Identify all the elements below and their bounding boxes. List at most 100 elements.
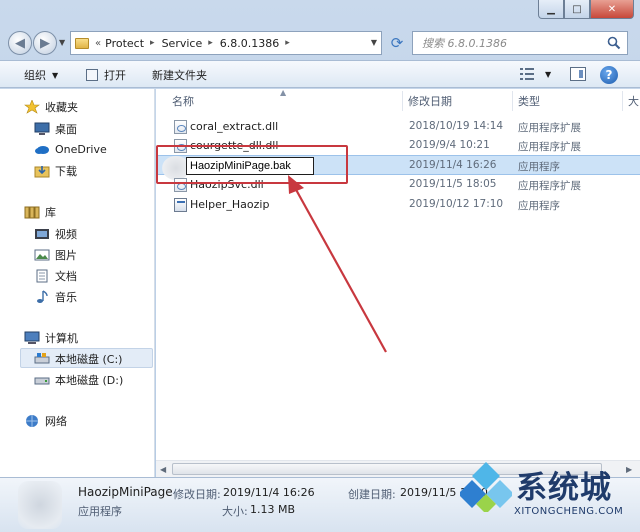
nav-item-music[interactable]: 音乐: [34, 289, 77, 305]
chevron-right-icon[interactable]: ▸: [208, 38, 213, 48]
command-bar: 组织 ▼ 打开 新建文件夹 ▼ ?: [0, 60, 640, 88]
chevron-down-icon: ▼: [52, 70, 59, 80]
nav-item-network[interactable]: 网络: [24, 413, 67, 429]
file-row[interactable]: coral_extract.dll 2018/10/19 14:14 应用程序扩…: [156, 117, 640, 137]
details-size-value: 1.13 MB: [250, 503, 296, 516]
organize-button[interactable]: 组织 ▼: [24, 67, 58, 83]
nav-item-desktop[interactable]: 桌面: [34, 121, 77, 137]
window-controls: ▁ □ ✕: [538, 0, 634, 20]
help-icon[interactable]: ?: [600, 66, 618, 84]
nav-label: 计算机: [45, 332, 78, 345]
navigation-pane: 收藏夹 桌面 OneDrive 下载 库 视频 图片 文档 音乐 计算机 本地磁…: [0, 89, 155, 477]
details-created-label: 创建日期:: [348, 488, 396, 501]
open-label: 打开: [104, 69, 126, 82]
file-type: 应用程序扩展: [518, 122, 581, 134]
picture-icon: [34, 249, 50, 261]
desktop-icon: [34, 122, 50, 135]
nav-label: 本地磁盘 (D:): [55, 374, 124, 387]
search-icon[interactable]: [607, 36, 621, 50]
forward-button[interactable]: ▶: [33, 31, 57, 55]
file-modified: 2018/10/19 14:14: [409, 120, 504, 132]
file-row[interactable]: Helper_Haozip 2019/10/12 17:10 应用程序: [156, 195, 640, 215]
address-bar[interactable]: « Protect ▸ Service ▸ 6.8.0.1386 ▸ ▼: [70, 31, 382, 55]
network-icon: [26, 415, 38, 427]
file-modified: 2019/11/4 16:26: [409, 159, 497, 171]
details-file-name: HaozipMiniPage: [78, 485, 173, 499]
breadcrumb-item[interactable]: Protect ▸: [105, 37, 161, 50]
file-name: Helper_Haozip: [190, 198, 270, 211]
address-dropdown-icon[interactable]: ▼: [371, 38, 377, 47]
nav-label: 网络: [45, 415, 67, 428]
watermark-subtitle: XITONGCHENG.COM: [514, 506, 624, 517]
scroll-left-icon[interactable]: ◀: [160, 465, 166, 474]
column-header-name[interactable]: 名称: [172, 89, 194, 113]
file-name: coral_extract.dll: [190, 120, 279, 133]
watermark-title: 系统城: [516, 470, 612, 506]
column-divider[interactable]: [402, 91, 403, 111]
open-icon: [86, 69, 98, 81]
document-icon: [36, 269, 48, 283]
nav-item-pictures[interactable]: 图片: [34, 247, 77, 263]
navigation-bar: ◀ ▶ ▼ « Protect ▸ Service ▸ 6.8.0.1386 ▸ ▼ …: [0, 28, 640, 56]
nav-item-downloads[interactable]: 下载: [34, 163, 77, 179]
column-header-type[interactable]: 类型: [518, 89, 540, 113]
preview-pane-icon[interactable]: [570, 67, 586, 81]
column-divider[interactable]: [512, 91, 513, 111]
nav-label: 本地磁盘 (C:): [55, 353, 123, 366]
column-header-modified[interactable]: 修改日期: [408, 89, 452, 113]
nav-item-documents[interactable]: 文档: [34, 268, 77, 284]
minimize-button[interactable]: ▁: [538, 0, 564, 19]
details-modified-value: 2019/11/4 16:26: [223, 486, 315, 499]
file-type: 应用程序: [518, 200, 560, 212]
close-button[interactable]: ✕: [590, 0, 634, 19]
refresh-icon[interactable]: ⟳: [386, 33, 408, 53]
new-folder-button[interactable]: 新建文件夹: [152, 67, 207, 83]
column-label: 修改日期: [408, 95, 452, 108]
column-header-size[interactable]: 大: [628, 89, 639, 113]
folder-icon: [75, 37, 89, 49]
cloud-icon: [35, 146, 49, 154]
back-button[interactable]: ◀: [8, 31, 32, 55]
dll-icon: [174, 120, 187, 134]
nav-item-drive-c[interactable]: 本地磁盘 (C:): [34, 351, 122, 367]
nav-item-favorites[interactable]: 收藏夹: [24, 99, 78, 115]
chevron-double-left-icon[interactable]: «: [95, 38, 101, 49]
column-label: 类型: [518, 95, 540, 108]
computer-icon: [24, 331, 40, 344]
view-options-icon[interactable]: [520, 68, 534, 80]
column-label: 名称: [172, 95, 194, 108]
column-divider[interactable]: [622, 91, 623, 111]
details-size-label: 大小:: [222, 505, 248, 518]
maximize-button[interactable]: □: [564, 0, 590, 19]
chevron-right-icon[interactable]: ▸: [285, 38, 290, 48]
highlight-box: [156, 145, 348, 184]
file-type: 应用程序: [518, 161, 560, 173]
file-type: 应用程序扩展: [518, 141, 581, 153]
watermark: 系统城 XITONGCHENG.COM: [456, 452, 640, 532]
music-icon: [37, 290, 48, 303]
nav-item-computer[interactable]: 计算机: [24, 330, 78, 346]
details-file-type: 应用程序: [78, 505, 122, 518]
nav-item-libraries[interactable]: 库: [24, 204, 56, 220]
nav-item-onedrive[interactable]: OneDrive: [34, 142, 107, 156]
open-button[interactable]: 打开: [86, 67, 126, 83]
search-placeholder: 搜索 6.8.0.1386: [422, 37, 507, 50]
view-dropdown-icon[interactable]: ▼: [545, 70, 551, 79]
file-thumbnail: [18, 481, 62, 529]
nav-item-drive-d[interactable]: 本地磁盘 (D:): [34, 372, 123, 388]
nav-label: 下载: [55, 165, 77, 178]
search-input[interactable]: 搜索 6.8.0.1386: [412, 31, 628, 55]
breadcrumb-item[interactable]: 6.8.0.1386 ▸: [220, 37, 297, 50]
recent-pages-dropdown-icon[interactable]: ▼: [59, 38, 65, 47]
video-icon: [35, 229, 49, 239]
sort-up-icon: ▲: [280, 88, 287, 97]
chevron-right-icon[interactable]: ▸: [150, 38, 155, 48]
nav-label: 图片: [55, 249, 77, 262]
nav-label: 视频: [55, 228, 77, 241]
drive-icon: [34, 353, 50, 364]
watermark-logo-icon: [460, 462, 512, 512]
nav-item-videos[interactable]: 视频: [34, 226, 77, 242]
explorer-window: ▁ □ ✕ ◀ ▶ ▼ « Protect ▸ Service ▸ 6.8.0.13…: [0, 0, 640, 532]
breadcrumb-item[interactable]: Service ▸: [162, 37, 220, 50]
nav-label: OneDrive: [55, 142, 107, 156]
